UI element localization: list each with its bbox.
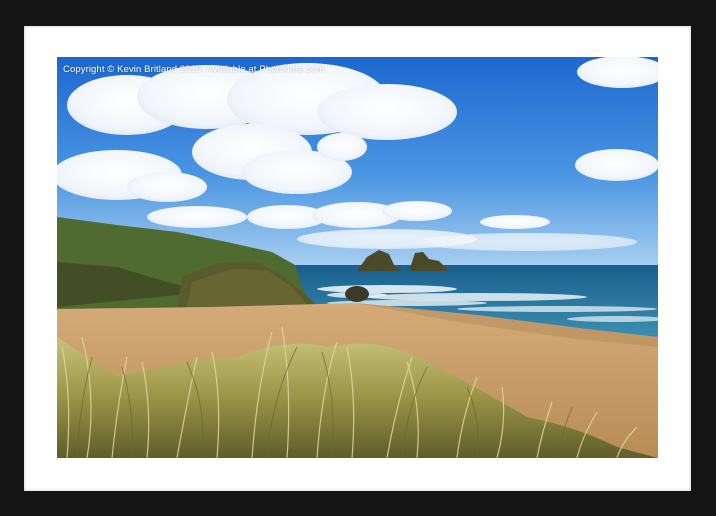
beach-scene: [57, 57, 658, 458]
framed-photo: Copyright © Kevin Britland 2019. Availab…: [57, 57, 658, 458]
copyright-watermark: Copyright © Kevin Britland 2019. Availab…: [63, 64, 325, 75]
beach-rock: [345, 286, 369, 302]
